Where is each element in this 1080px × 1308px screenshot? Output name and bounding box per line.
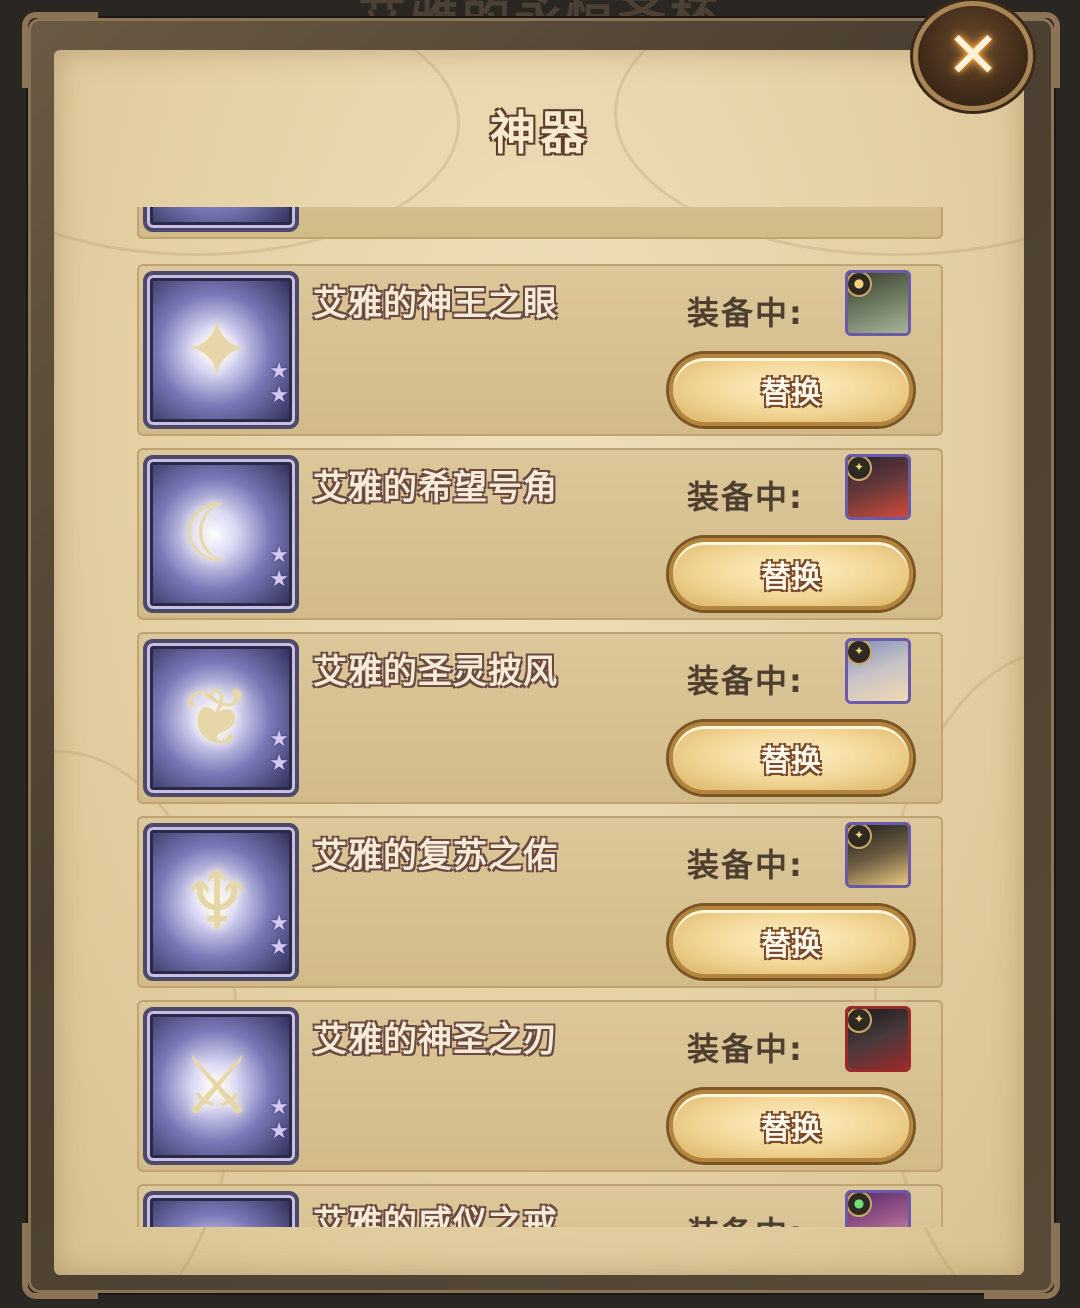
hero-avatar[interactable]: ✦ xyxy=(845,1006,911,1072)
hero-avatar[interactable]: ✦ xyxy=(845,822,911,888)
artifact-name: 艾雅的希望号角 xyxy=(313,468,558,508)
list-item: ◎ ★★ 艾雅的威仪之戒 装备中: ● 替换 xyxy=(137,1184,943,1227)
faction-icon: ● xyxy=(848,273,872,297)
dialog-title: 神器 xyxy=(490,106,590,160)
swap-button[interactable]: 替换 xyxy=(669,722,913,794)
faction-icon: ✦ xyxy=(848,457,872,481)
swap-button[interactable]: 替换 xyxy=(669,538,913,610)
list-item: ☾ ★ ★ 艾雅的希望号角 装备中: ✦ 替换 xyxy=(137,448,943,620)
swap-button[interactable]: 替换 xyxy=(669,1090,913,1162)
hero-avatar[interactable]: ● xyxy=(845,1190,911,1227)
faction-icon: ✦ xyxy=(848,641,872,665)
hero-avatar[interactable]: ✦ xyxy=(845,638,911,704)
artifact-icon: ★★ xyxy=(143,207,299,232)
list-item: ✦ ★ ★ 艾雅的神王之眼 装备中: ● 替换 xyxy=(137,264,943,436)
list-item-partial: ★★ xyxy=(137,207,943,239)
star-rating: ★ ★ xyxy=(269,727,289,776)
star-rating: ★ ★ xyxy=(269,543,289,592)
artifact-name: 艾雅的复苏之佑 xyxy=(313,836,558,876)
close-button[interactable]: ✕ xyxy=(918,6,1028,106)
list-item: ⚔ ★ ★ 艾雅的神圣之刃 装备中: ✦ 替换 xyxy=(137,1000,943,1172)
artifact-name: 艾雅的神王之眼 xyxy=(313,284,558,324)
crown-artifact-icon[interactable]: ✦ ★ ★ xyxy=(143,271,299,429)
equipped-label: 装备中: xyxy=(687,294,804,332)
blade-artifact-icon[interactable]: ⚔ ★ ★ xyxy=(143,1007,299,1165)
artifact-name: 艾雅的威仪之戒 xyxy=(313,1204,558,1227)
equipped-label: 装备中: xyxy=(687,846,804,884)
faction-icon: ✦ xyxy=(848,1009,872,1033)
star-rating: ★ ★ xyxy=(269,359,289,408)
hero-avatar[interactable]: ● xyxy=(845,270,911,336)
hero-avatar[interactable]: ✦ xyxy=(845,454,911,520)
equipped-label: 装备中: xyxy=(687,1208,804,1227)
swap-button[interactable]: 替换 xyxy=(669,354,913,426)
equipped-label: 装备中: xyxy=(687,1030,804,1068)
artifact-list[interactable]: ★★ ✦ ★★ 艾雅的神王之眼 装备中: ● 替换 ☾ ★★ 艾雅的希望号角 装… xyxy=(137,207,943,1227)
equipped-label: 装备中: xyxy=(687,662,804,700)
equipped-label: 装备中: xyxy=(687,478,804,516)
star-rating: ★ ★ xyxy=(269,1095,289,1144)
close-icon: ✕ xyxy=(946,19,1000,93)
dialog-title-band: 神器 xyxy=(120,80,960,180)
horn-artifact-icon[interactable]: ☾ ★ ★ xyxy=(143,455,299,613)
star-rating: ★ ★ xyxy=(269,911,289,960)
list-item: ❦ ★ ★ 艾雅的圣灵披风 装备中: ✦ 替换 xyxy=(137,632,943,804)
list-item: ♆ ★ ★ 艾雅的复苏之佑 装备中: ✦ 替换 xyxy=(137,816,943,988)
artifact-name: 艾雅的圣灵披风 xyxy=(313,652,558,692)
faction-icon: ✦ xyxy=(848,825,872,849)
artifact-name: 艾雅的神圣之刃 xyxy=(313,1020,558,1060)
swap-button[interactable]: 替换 xyxy=(669,906,913,978)
faction-icon: ● xyxy=(848,1193,872,1217)
cloak-artifact-icon[interactable]: ❦ ★ ★ xyxy=(143,639,299,797)
wing-artifact-icon[interactable]: ♆ ★ ★ xyxy=(143,823,299,981)
ring-artifact-icon[interactable]: ◎ ★★ xyxy=(143,1191,299,1227)
